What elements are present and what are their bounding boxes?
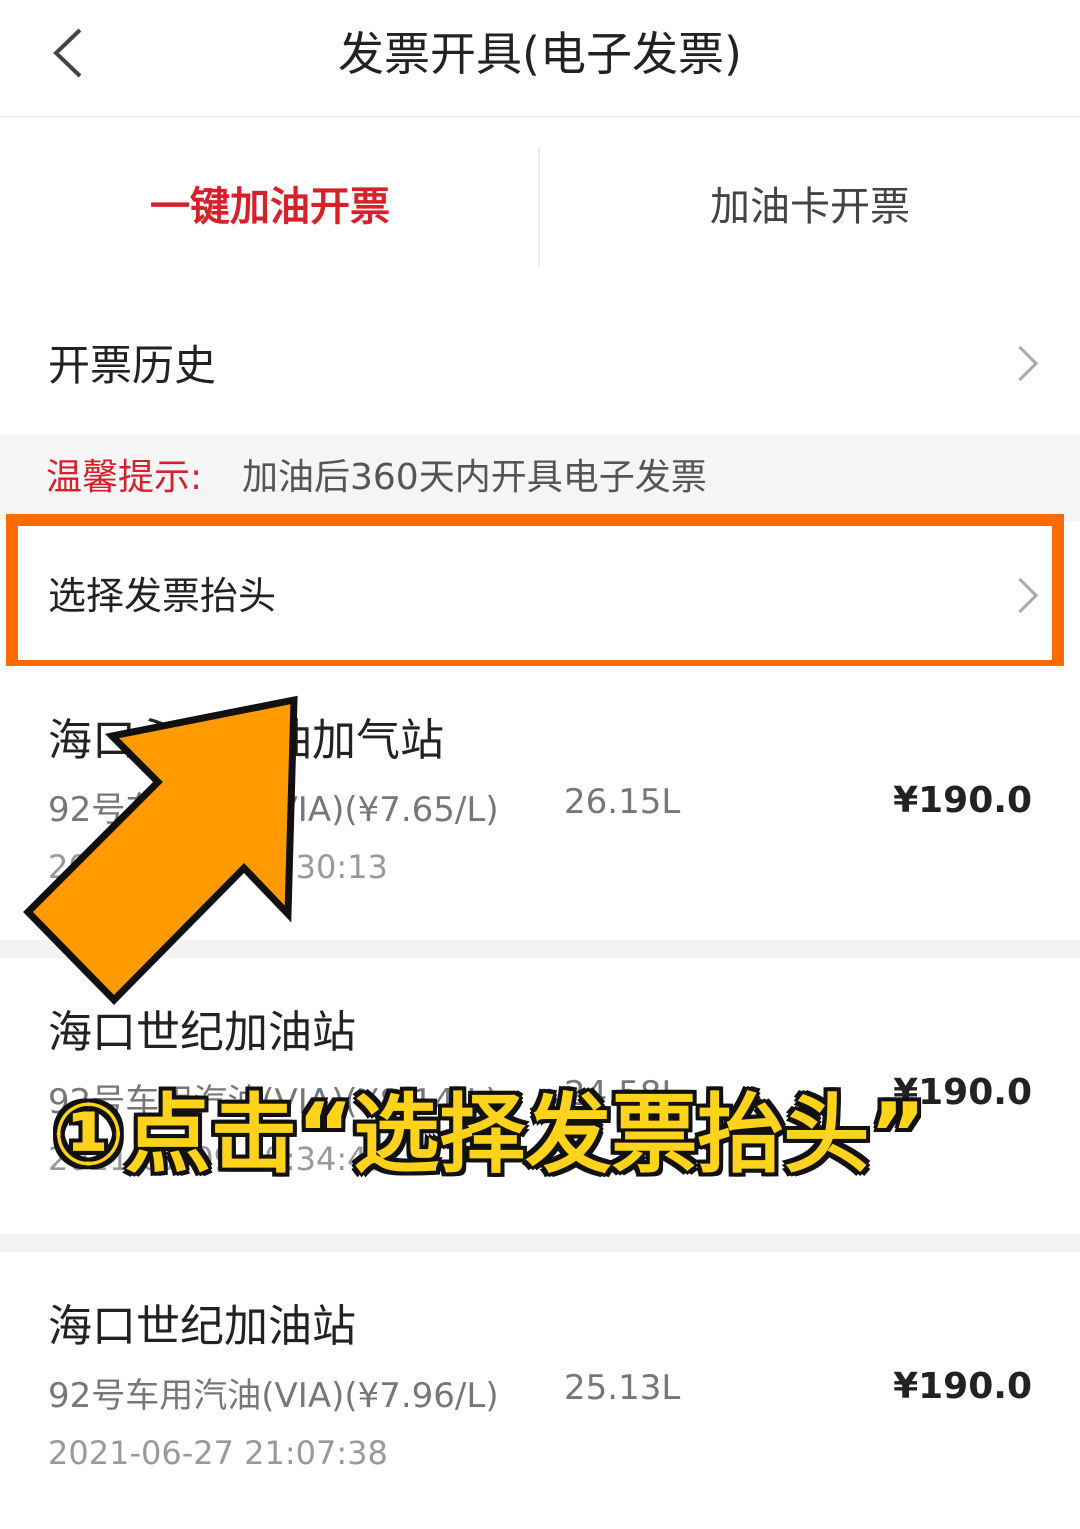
list-item[interactable]: 海口世纪加油站 92号车用汽油(VIA)(¥8.14/L) 24.58L ¥19… (0, 958, 1080, 1234)
tab-one-click-invoice[interactable]: 一键加油开票 (0, 117, 540, 297)
timestamp: 2021-07-18 10:30:13 (48, 848, 388, 886)
invoice-history-label: 开票历史 (48, 341, 217, 390)
station-name: 海口世纪加油站 (48, 1007, 356, 1058)
tab-bar: 一键加油开票 加油卡开票 (0, 117, 1080, 297)
divider (0, 1234, 1080, 1252)
station-name: 海口永正加油加气站 (48, 715, 444, 766)
select-invoice-header-row[interactable]: 选择发票抬头 (0, 521, 1080, 666)
amount: ¥190.0 (893, 1366, 1032, 1407)
page-title: 发票开具(电子发票) (338, 27, 742, 81)
amount: ¥190.0 (893, 780, 1032, 821)
tab-fuel-card-invoice[interactable]: 加油卡开票 (540, 117, 1080, 297)
fuel-type: 92号车用汽油(VIA)(¥7.96/L) (48, 1376, 499, 1416)
fuel-type: 92号车用汽油(VIA)(¥7.65/L) (48, 790, 499, 830)
list-item[interactable]: 海口世纪加油站 92号车用汽油(VIA)(¥7.96/L) 25.13L ¥19… (0, 1252, 1080, 1529)
fuel-volume: 25.13L (564, 1368, 681, 1408)
fuel-type: 92号车用汽油(VIA)(¥8.14/L) (48, 1082, 499, 1122)
tip-text: 加油后360天内开具电子发票 (242, 457, 707, 498)
invoice-history-row[interactable]: 开票历史 (0, 297, 1080, 435)
timestamp: 2021-06-27 21:07:38 (48, 1434, 388, 1472)
tip-label: 温馨提示: (46, 457, 203, 498)
fuel-volume: 24.58L (564, 1074, 681, 1114)
invoice-page: 发票开具(电子发票) 一键加油开票 加油卡开票 开票历史 温馨提示: 加油后36… (0, 0, 1080, 1529)
fuel-volume: 26.15L (564, 782, 681, 822)
list-item[interactable]: 海口永正加油加气站 92号车用汽油(VIA)(¥7.65/L) 26.15L ¥… (0, 666, 1080, 940)
select-invoice-header-label: 选择发票抬头 (48, 574, 277, 618)
divider (0, 940, 1080, 958)
timestamp: 2021-07-09 19:34:49 (48, 1140, 388, 1178)
station-name: 海口世纪加油站 (48, 1301, 356, 1352)
amount: ¥190.0 (893, 1072, 1032, 1113)
tip-banner: 温馨提示: 加油后360天内开具电子发票 (0, 435, 1080, 521)
top-bar: 发票开具(电子发票) (0, 0, 1080, 117)
